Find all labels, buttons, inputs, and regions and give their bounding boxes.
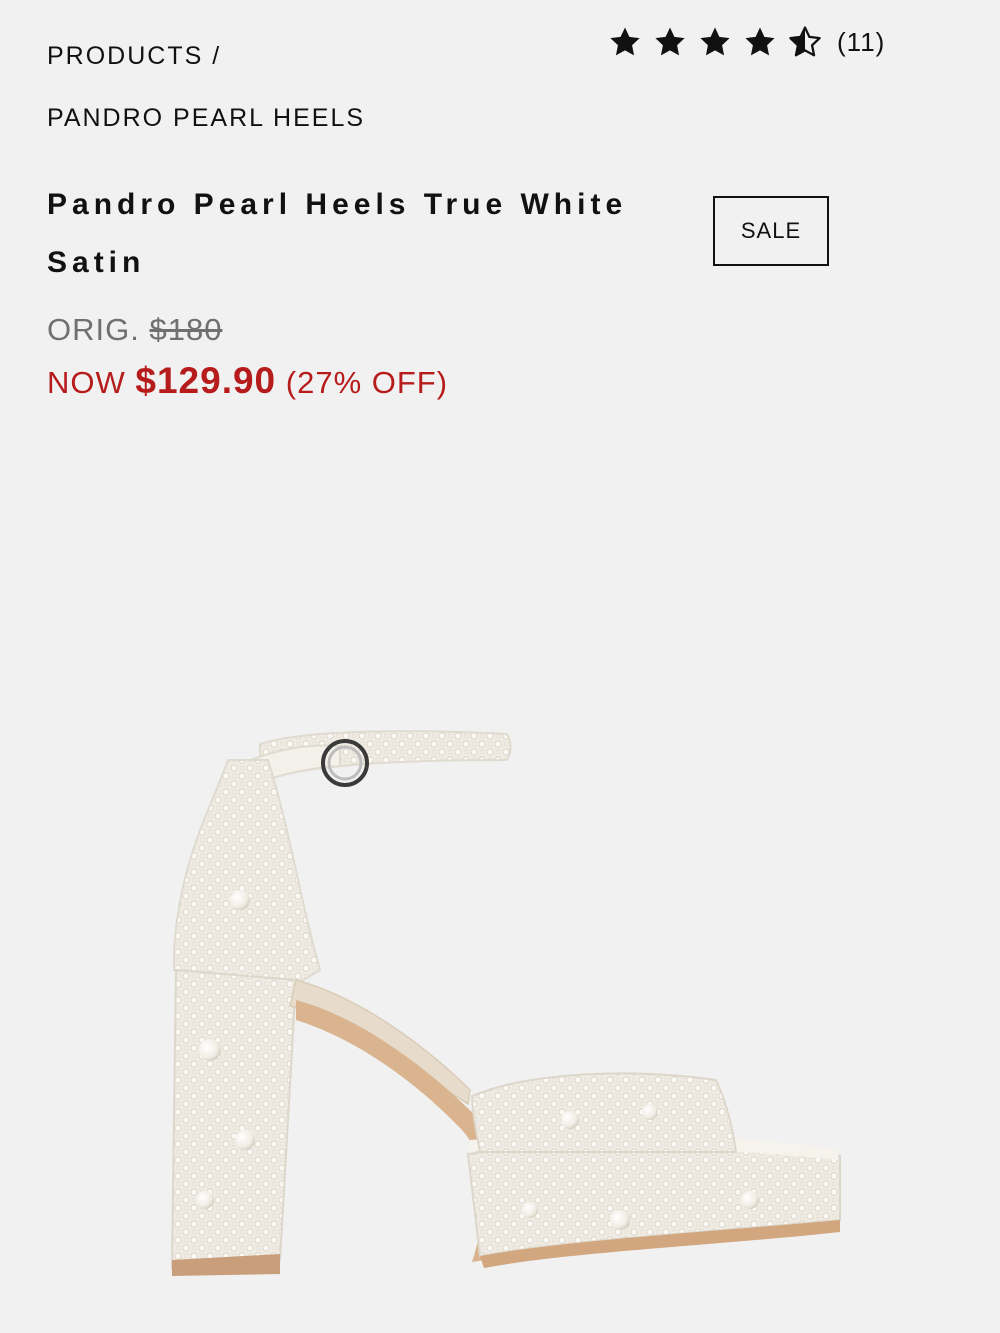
- breadcrumb-current: PANDRO PEARL HEELS: [47, 104, 366, 132]
- discount-percent: (27% OFF): [285, 365, 449, 400]
- star-full-icon: [698, 25, 732, 59]
- breadcrumb-products-link[interactable]: PRODUCTS /: [47, 40, 567, 72]
- sale-badge: SALE: [713, 196, 829, 266]
- product-image[interactable]: [150, 700, 870, 1300]
- sale-price: NOW $129.90 (27% OFF): [47, 360, 448, 402]
- star-half-icon: [788, 25, 822, 59]
- review-count[interactable]: (11): [837, 27, 885, 58]
- product-title: Pandro Pearl Heels True White Satin: [47, 188, 628, 279]
- original-price-label: ORIG.: [47, 312, 140, 347]
- sale-price-value: $129.90: [135, 360, 277, 401]
- pearl-platform-heel-image: [170, 730, 841, 1276]
- sale-price-label: NOW: [47, 365, 126, 400]
- original-price-value: $180: [149, 312, 223, 347]
- star-full-icon: [653, 25, 687, 59]
- star-full-icon: [743, 25, 777, 59]
- original-price: ORIG. $180: [47, 312, 222, 348]
- breadcrumb: PRODUCTS / PANDRO PEARL HEELS: [47, 40, 567, 134]
- star-full-icon: [608, 25, 642, 59]
- rating-summary[interactable]: (11): [608, 22, 885, 62]
